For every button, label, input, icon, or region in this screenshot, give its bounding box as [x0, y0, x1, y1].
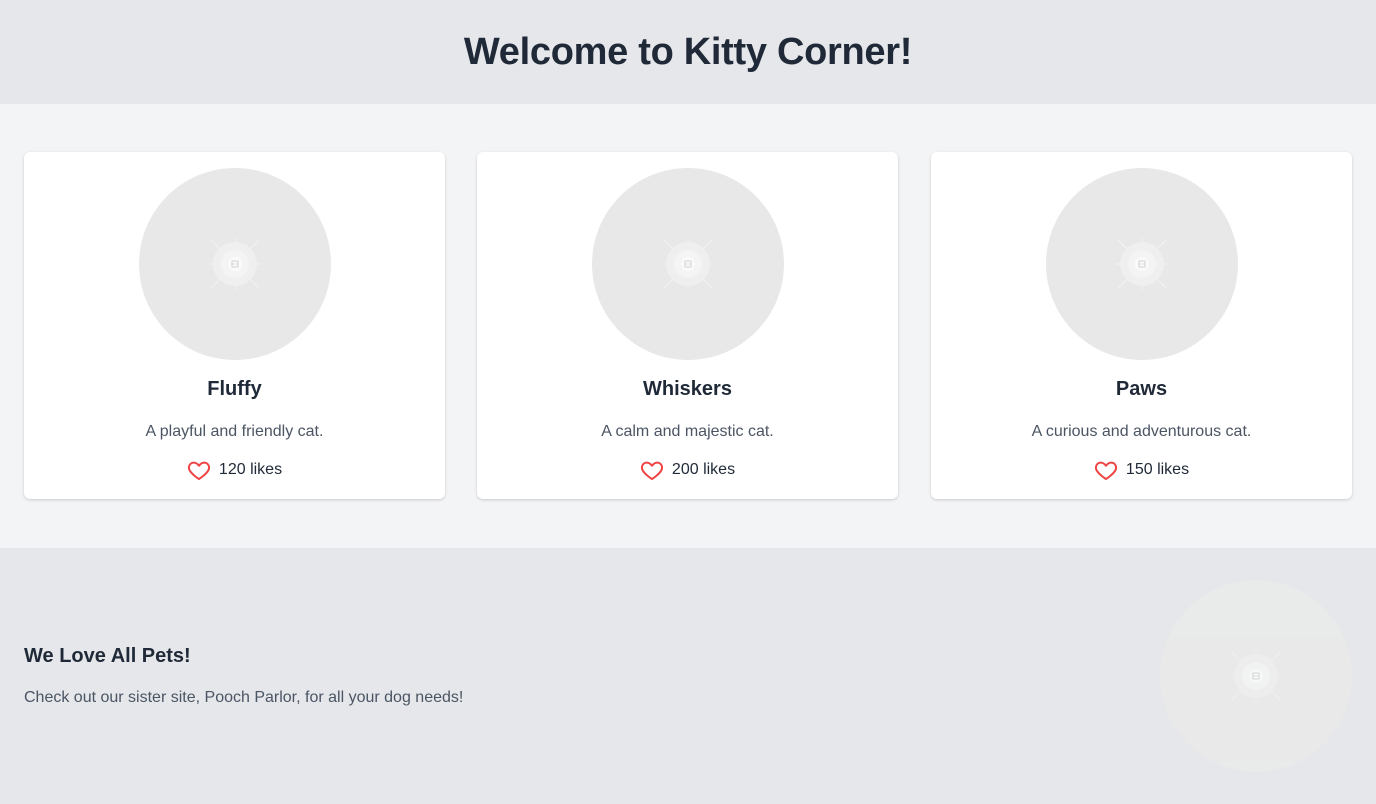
cat-name: Fluffy: [207, 378, 262, 400]
like-button[interactable]: 150 likes: [931, 458, 1352, 482]
footer-pet-photo: [1160, 580, 1352, 772]
page-title: Welcome to Kitty Corner!: [463, 30, 913, 73]
heart-icon[interactable]: [1094, 458, 1118, 482]
cat-photo: [591, 168, 784, 360]
cat-photo: [1045, 168, 1238, 360]
likes-count: 150 likes: [1125, 461, 1190, 478]
cat-description: A playful and friendly cat.: [145, 423, 324, 440]
like-button[interactable]: 120 likes: [24, 458, 445, 482]
cat-name: Whiskers: [643, 378, 732, 400]
footer-title: We Love All Pets!: [24, 645, 191, 667]
cat-description: A curious and adventurous cat.: [1031, 423, 1252, 440]
image-placeholder-icon: [661, 238, 714, 290]
cat-card-whiskers: Whiskers A calm and majestic cat. 200 li…: [477, 152, 898, 499]
heart-icon[interactable]: [640, 458, 664, 482]
cat-gallery: Fluffy A playful and friendly cat. 120 l…: [0, 104, 1376, 548]
page-footer: We Love All Pets! Check out our sister s…: [0, 548, 1376, 804]
likes-count: 120 likes: [218, 461, 283, 478]
page-header: Welcome to Kitty Corner!: [0, 0, 1376, 104]
like-button[interactable]: 200 likes: [477, 458, 898, 482]
likes-count: 200 likes: [671, 461, 736, 478]
image-placeholder-icon: [1115, 238, 1168, 290]
image-placeholder-icon: [208, 238, 261, 290]
cat-card-paws: Paws A curious and adventurous cat. 150 …: [931, 152, 1352, 499]
cat-card-fluffy: Fluffy A playful and friendly cat. 120 l…: [24, 152, 445, 499]
cat-photo: [138, 168, 331, 360]
cat-description: A calm and majestic cat.: [601, 423, 774, 440]
cat-name: Paws: [1115, 378, 1168, 400]
heart-icon[interactable]: [187, 458, 211, 482]
footer-text: Check out our sister site, Pooch Parlor,…: [24, 689, 464, 706]
image-placeholder-icon: [1230, 650, 1282, 702]
